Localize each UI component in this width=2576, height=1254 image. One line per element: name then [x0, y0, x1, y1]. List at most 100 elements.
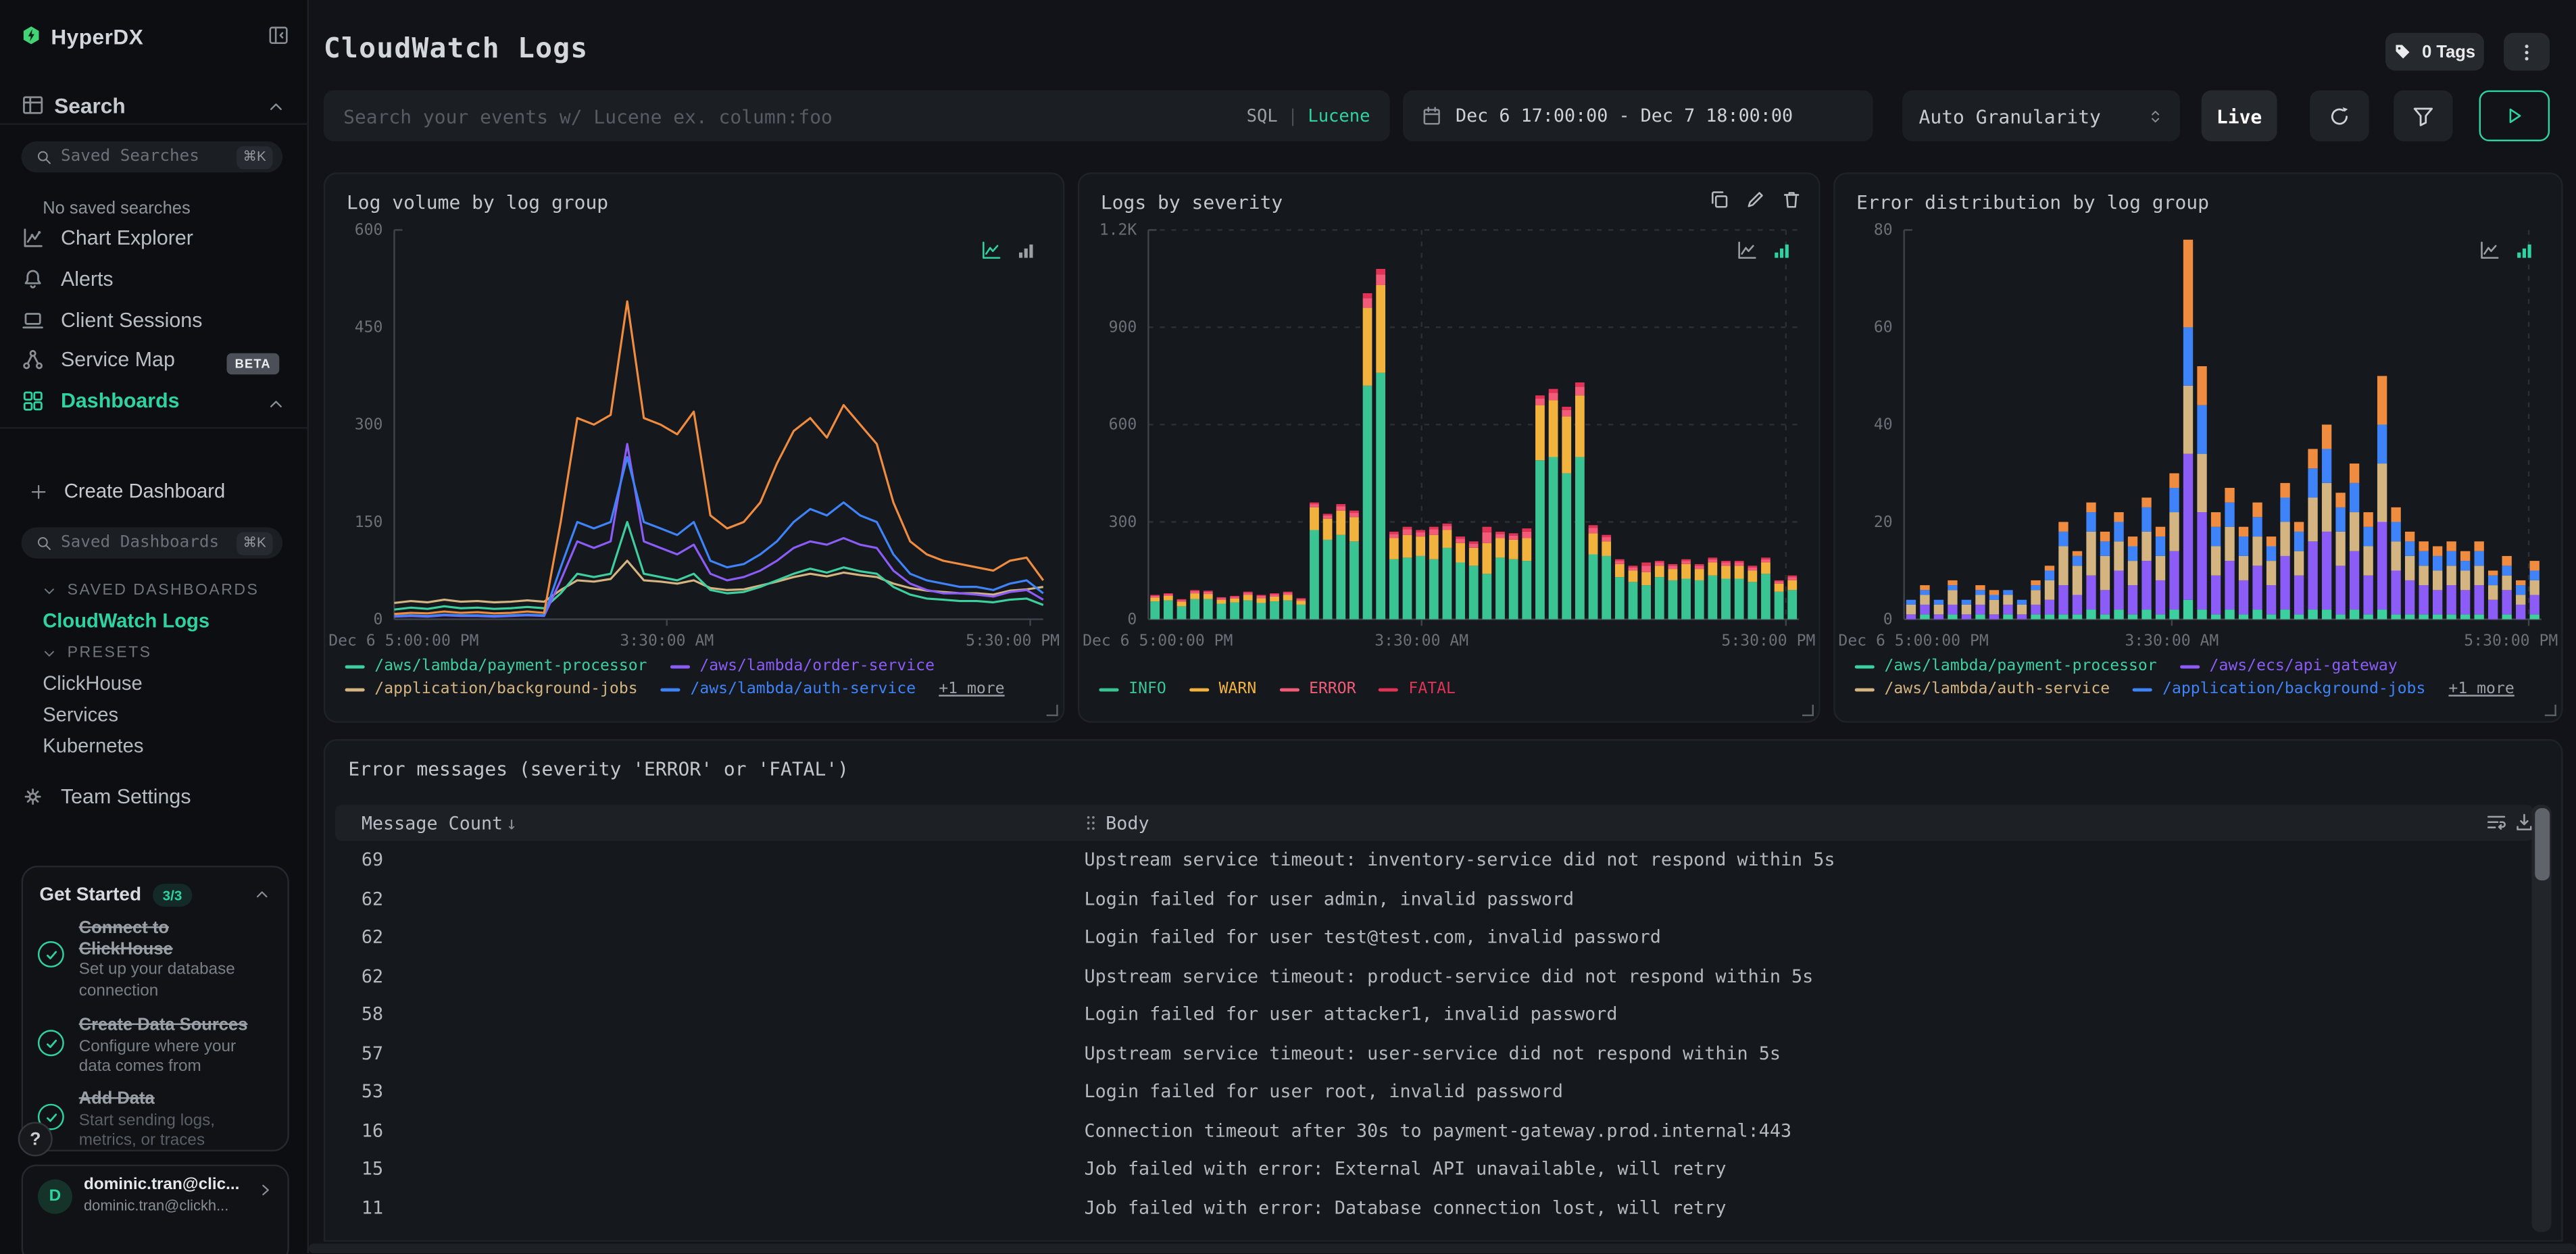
logs-by-severity-chart[interactable]: 0 300 600 900 1.2K Dec 6 5:00:00 PM 3:30:00 AM…	[1079, 174, 1822, 724]
legend-item[interactable]: /application/background-jobs	[2133, 680, 2425, 698]
bar-chart-icon[interactable]	[1015, 240, 1037, 261]
tags-button[interactable]: 0 Tags	[2385, 32, 2484, 71]
table-row[interactable]: 62 Upstream service timeout: product-serv…	[335, 957, 2520, 995]
table-row[interactable]: 15 Job failed with error: External API un…	[335, 1150, 2520, 1188]
legend-item[interactable]: /aws/ecs/api-gateway	[2179, 657, 2398, 675]
table-header: Message Count ↓ Body	[335, 805, 2533, 841]
granularity-select[interactable]: Auto Granularity	[1902, 90, 2181, 142]
error-distribution-chart[interactable]: 0 20 40 60 80 Dec 6 5:00:00 PM 3:30:00 AM 5:30:…	[1835, 174, 2565, 724]
legend-item[interactable]: INFO	[1099, 680, 1166, 698]
table-row[interactable]: 11 Job failed with error: Database connec…	[335, 1188, 2520, 1227]
table-row[interactable]: 53 Login failed for user root, invalid pa…	[335, 1073, 2520, 1111]
saved-dashboards-group[interactable]: SAVED DASHBOARDS	[41, 582, 259, 599]
svg-text:3:30:00 AM: 3:30:00 AM	[620, 632, 714, 649]
sidebar-preset-clickhouse[interactable]: ClickHouse	[43, 672, 143, 695]
log-volume-chart[interactable]: 0 150 300 450 600 Dec 6 5:00:00 PM 3:30:00 AM 5…	[325, 174, 1066, 724]
legend-item[interactable]: FATAL	[1379, 680, 1456, 698]
legend: /aws/lambda/payment-processor /aws/lambd…	[345, 657, 1005, 698]
drag-handle-icon[interactable]	[1085, 813, 1097, 832]
presets-group[interactable]: PRESETS	[41, 644, 152, 662]
saved-dashboards-input[interactable]	[60, 534, 237, 552]
lucene-toggle[interactable]: Lucene	[1308, 106, 1370, 126]
run-query-button[interactable]	[2479, 90, 2550, 142]
user-card[interactable]: D dominic.tran@clic... dominic.tran@clic…	[21, 1164, 289, 1254]
date-range-value: Dec 6 17:00:00 - Dec 7 18:00:00	[1455, 105, 1793, 127]
legend-swatch	[1099, 687, 1119, 691]
line-chart-icon[interactable]	[1737, 240, 1758, 261]
help-button[interactable]: ?	[18, 1122, 53, 1157]
live-button[interactable]: Live	[2201, 90, 2277, 142]
sidebar-item-team-settings[interactable]: Team Settings	[22, 785, 191, 808]
sidebar-item-client-sessions[interactable]: Client Sessions	[22, 309, 203, 332]
sidebar-preset-kubernetes[interactable]: Kubernetes	[43, 734, 143, 757]
sidebar-dashboard-cloudwatch-logs[interactable]: CloudWatch Logs	[43, 609, 209, 632]
legend-item[interactable]: /aws/lambda/auth-service	[1854, 680, 2110, 699]
table-row[interactable]: 57 Upstream service timeout: user-service…	[335, 1034, 2520, 1072]
bar-chart-icon[interactable]	[2514, 240, 2535, 261]
chevron-up-icon[interactable]	[266, 394, 286, 413]
table-scrollbar-thumb[interactable]	[2534, 808, 2549, 881]
sidebar-item-dashboards[interactable]: Dashboards	[22, 389, 180, 412]
table-row[interactable]: 58 Login failed for user attacker1, inval…	[335, 995, 2520, 1034]
legend-item[interactable]: /aws/lambda/payment-processor	[1854, 657, 2157, 675]
legend-item[interactable]: /aws/lambda/payment-processor	[345, 657, 647, 675]
legend-item[interactable]: /application/background-jobs	[345, 680, 638, 698]
get-started-step-1[interactable]: Connect to ClickHouse Set up your databa…	[37, 918, 278, 1002]
column-message-count[interactable]: Message Count ↓	[335, 812, 1085, 834]
create-dashboard-button[interactable]: Create Dashboard	[30, 480, 225, 503]
table-scrollbar-track[interactable]	[2531, 805, 2552, 1232]
legend-label: /aws/lambda/auth-service	[1884, 680, 2110, 699]
resize-handle[interactable]	[1802, 704, 1814, 716]
svg-text:900: 900	[1109, 319, 1137, 336]
sidebar-preset-services[interactable]: Services	[43, 703, 118, 726]
legend-item[interactable]: WARN	[1189, 680, 1256, 698]
bar-chart-icon[interactable]	[1771, 240, 1793, 261]
sidebar-item-service-map[interactable]: Service Map	[22, 348, 175, 371]
column-body[interactable]: Body	[1085, 812, 1149, 834]
table-row[interactable]: 16 Connection timeout after 30s to paymen…	[335, 1111, 2520, 1150]
svg-text:600: 600	[1109, 416, 1137, 434]
legend-item[interactable]: /aws/lambda/order-service	[670, 657, 935, 675]
cell-body: Login failed for user root, invalid pass…	[1084, 1081, 1563, 1103]
get-started-step-3[interactable]: Add Data Start sending logs, metrics, or…	[37, 1089, 278, 1153]
legend-item[interactable]: ERROR	[1279, 680, 1356, 698]
line-chart-icon[interactable]	[981, 240, 1002, 261]
line-chart-icon[interactable]	[2479, 240, 2501, 261]
horizontal-scrollbar[interactable]	[309, 1243, 2576, 1253]
chevron-up-icon[interactable]	[266, 97, 286, 116]
sort-desc-icon: ↓	[506, 812, 518, 834]
legend-more-link[interactable]: +1 more	[2448, 680, 2514, 698]
sidebar-item-label: Dashboards	[60, 389, 180, 413]
legend-more-link[interactable]: +1 more	[939, 680, 1004, 698]
legend-item[interactable]: /aws/lambda/auth-service	[660, 680, 916, 698]
chevron-up-icon[interactable]	[253, 885, 271, 903]
sidebar-item-chart-explorer[interactable]: Chart Explorer	[22, 226, 193, 250]
resize-handle[interactable]	[2544, 704, 2556, 716]
wrap-text-icon[interactable]	[2485, 811, 2507, 833]
collapse-sidebar-icon[interactable]	[268, 24, 289, 46]
filter-button[interactable]	[2394, 90, 2453, 142]
refresh-button[interactable]	[2310, 90, 2369, 142]
svg-text:0: 0	[1127, 611, 1137, 628]
event-search-input[interactable]	[343, 104, 1247, 128]
resize-handle[interactable]	[1046, 704, 1058, 716]
legend-label: INFO	[1129, 680, 1166, 699]
table-row[interactable]: 62 Login failed for user test@test.com, i…	[335, 918, 2520, 957]
table-row[interactable]: 69 Upstream service timeout: inventory-se…	[335, 841, 2520, 880]
date-range-picker[interactable]: Dec 6 17:00:00 - Dec 7 18:00:00	[1403, 90, 1873, 142]
refresh-icon	[2331, 106, 2348, 124]
chart-explorer-icon	[22, 226, 45, 249]
get-started-step-2[interactable]: Create Data Sources Configure where your…	[37, 1015, 278, 1078]
sidebar-item-alerts[interactable]: Alerts	[22, 268, 114, 291]
event-search-box[interactable]: SQL | Lucene	[323, 90, 1390, 142]
sql-toggle[interactable]: SQL	[1247, 106, 1278, 126]
saved-dashboards-search[interactable]: ⌘K	[21, 527, 283, 559]
panel-error-messages: Error messages (severity 'ERROR' or 'FAT…	[323, 739, 2563, 1242]
sidebar-item-search[interactable]: Search	[54, 94, 125, 118]
saved-searches-search[interactable]: ⌘K	[21, 141, 283, 173]
table-row[interactable]: 62 Login failed for user admin, invalid p…	[335, 880, 2520, 918]
divider	[0, 123, 309, 125]
kebab-menu-button[interactable]	[2504, 32, 2550, 71]
step-desc: Start sending logs, metrics, or traces	[78, 1111, 216, 1150]
saved-searches-input[interactable]	[60, 147, 237, 166]
